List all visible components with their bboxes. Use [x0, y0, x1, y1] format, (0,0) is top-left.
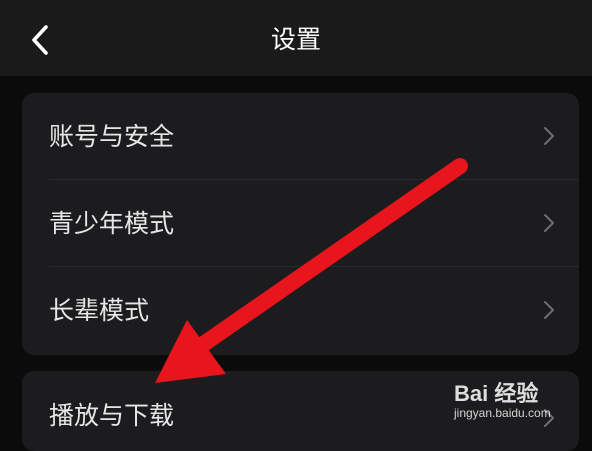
- settings-item-label: 播放与下载: [49, 401, 175, 430]
- chevron-right-icon: [539, 299, 559, 321]
- top-bar: 设置: [0, 0, 592, 76]
- chevron-right-icon: [539, 407, 559, 429]
- settings-item-label: 长辈模式: [49, 296, 150, 325]
- chevron-right-icon: [539, 212, 559, 234]
- settings-item-elder-mode[interactable]: 长辈模式: [22, 267, 579, 354]
- settings-group-playback: 播放与下载: [22, 371, 579, 451]
- page-title: 设置: [270, 25, 321, 54]
- chevron-left-icon: [32, 25, 48, 55]
- back-button[interactable]: [20, 20, 60, 60]
- settings-item-teen-mode[interactable]: 青少年模式: [22, 180, 579, 267]
- chevron-right-icon: [539, 125, 559, 147]
- settings-item-label: 账号与安全: [49, 122, 175, 151]
- settings-group-account: 账号与安全 青少年模式 长辈模式: [22, 93, 579, 355]
- settings-item-account-security[interactable]: 账号与安全: [22, 93, 579, 180]
- settings-item-label: 青少年模式: [49, 209, 175, 238]
- settings-item-playback-download[interactable]: 播放与下载: [22, 371, 579, 451]
